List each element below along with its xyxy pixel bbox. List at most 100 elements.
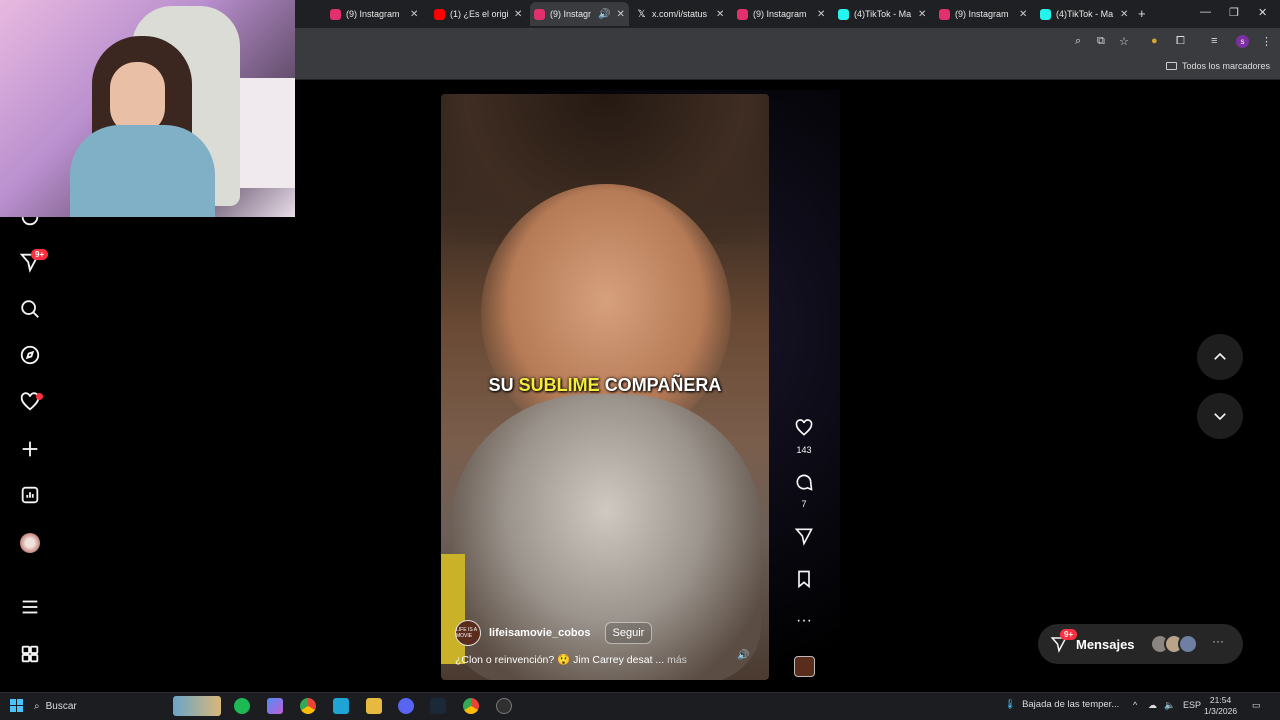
author-avatar[interactable]: LIFE IS A MOVIE (455, 620, 481, 646)
file-explorer-icon[interactable] (366, 698, 382, 714)
chevron-up-icon (1214, 352, 1226, 360)
tab-instagram-3[interactable]: (9) Instagram ✕ (939, 4, 1027, 24)
language-indicator[interactable]: ESP (1183, 700, 1201, 710)
close-tab-icon[interactable]: ✕ (616, 9, 624, 20)
previous-reel-button[interactable] (1197, 334, 1243, 380)
restore-icon[interactable]: ❐ (1229, 6, 1239, 19)
taskbar-search-label: Buscar (45, 700, 77, 712)
notifications-icon[interactable]: ▭ (1252, 700, 1261, 711)
security-app-icon[interactable] (333, 698, 349, 714)
steam-icon[interactable] (430, 698, 446, 714)
tab-title: (9) Instagram (955, 9, 1009, 19)
caption-highlight-word: SUBLIME (518, 375, 600, 395)
share-button[interactable] (792, 526, 816, 551)
avatar (1178, 634, 1198, 654)
all-bookmarks-label: Todos los marcadores (1181, 61, 1270, 71)
bookmark-star-icon[interactable]: ☆ (1119, 35, 1129, 48)
extension-color-icon[interactable]: ● (1151, 35, 1158, 47)
extensions-icon[interactable]: ⧠ (1176, 35, 1185, 48)
menu-icon[interactable] (18, 595, 42, 619)
video-caption-overlay: SU SUBLIME COMPAÑERA (441, 375, 769, 396)
messages-label: Mensajes (1076, 636, 1135, 652)
streamer-face (110, 62, 165, 134)
like-count: 143 (796, 445, 812, 455)
all-bookmarks-button[interactable]: Todos los marcadores (1165, 61, 1270, 71)
close-tab-icon[interactable]: ✕ (817, 9, 825, 20)
search-icon[interactable] (18, 297, 42, 321)
messages-button[interactable]: 9+ Mensajes ··· (1038, 624, 1243, 664)
speaker-icon[interactable]: 🔊 (598, 9, 610, 20)
close-tab-icon[interactable]: ✕ (918, 9, 926, 20)
spotify-icon[interactable] (234, 698, 250, 714)
chrome-icon[interactable] (300, 698, 316, 714)
tab-youtube[interactable]: (1) ¿Es el origi ✕ (434, 4, 522, 24)
taskbar-search[interactable]: ⌕ Buscar (34, 696, 77, 716)
network-icon[interactable]: ☁ (1148, 700, 1157, 711)
discord-icon[interactable] (398, 698, 414, 714)
stats-icon[interactable] (18, 483, 42, 507)
profile-avatar[interactable] (18, 531, 42, 555)
heart-icon (795, 419, 813, 436)
minimize-icon[interactable]: — (1200, 6, 1211, 18)
tray-chevron-icon[interactable]: ^ (1133, 700, 1137, 710)
clock-time: 21:54 (1209, 695, 1232, 705)
volume-icon[interactable]: 🔈 (1164, 700, 1175, 711)
create-icon[interactable] (18, 437, 42, 461)
streamer-shirt (70, 125, 215, 217)
copilot-icon[interactable] (267, 698, 283, 714)
tab-instagram-1[interactable]: (9) Instagram ✕ (330, 4, 418, 24)
media-control-icon[interactable]: ≡ (1211, 35, 1217, 47)
tab-instagram-active[interactable]: (9) Instagr 🔊 ✕ (530, 2, 629, 26)
audio-thumbnail[interactable] (794, 656, 815, 677)
save-button[interactable] (792, 569, 816, 594)
close-tab-icon[interactable]: ✕ (716, 9, 724, 20)
taskbar-clock[interactable]: 21:54 1/3/2026 (1204, 695, 1237, 717)
reel-video[interactable]: SU SUBLIME COMPAÑERA LIFE IS A MOVIE lif… (441, 94, 769, 680)
follow-button[interactable]: Seguir (604, 622, 653, 644)
instagram-icon (534, 8, 545, 20)
close-tab-icon[interactable]: ✕ (410, 9, 418, 20)
comment-icon (796, 474, 813, 491)
description-text: ¿Clon o reinvención? 😲 Jim Carrey desat … (455, 654, 665, 666)
tab-tiktok-2[interactable]: (4)TikTok - Ma ✕ (1040, 4, 1128, 24)
more-link[interactable]: más (667, 654, 687, 666)
tab-title: (1) ¿Es el origi (450, 9, 508, 19)
more-options-icon[interactable]: ··· (792, 612, 816, 630)
like-button[interactable]: 143 (792, 418, 816, 455)
author-username[interactable]: lifeisamovie_cobos (489, 627, 591, 639)
tab-title: (9) Instagram (753, 9, 807, 19)
tab-tiktok-1[interactable]: (4)TikTok - Ma ✕ (838, 4, 926, 24)
chrome-active-icon[interactable] (463, 698, 479, 714)
clock-date: 1/3/2026 (1204, 706, 1238, 716)
audio-icon[interactable]: 🔊 (737, 650, 749, 661)
close-tab-icon[interactable]: ✕ (1120, 9, 1128, 20)
youtube-icon (434, 8, 445, 20)
zoom-icon[interactable]: ⌕ (1075, 35, 1081, 48)
reel-author: LIFE IS A MOVIE lifeisamovie_cobos Segui… (455, 620, 653, 646)
obs-icon[interactable] (496, 698, 512, 714)
tab-instagram-2[interactable]: (9) Instagram ✕ (737, 4, 825, 24)
menu-dots-icon[interactable]: ⋮ (1261, 35, 1272, 48)
reel-description: ¿Clon o reinvención? 😲 Jim Carrey desat … (455, 653, 687, 666)
close-tab-icon[interactable]: ✕ (514, 9, 522, 20)
comment-button[interactable]: 7 (792, 472, 816, 509)
explore-icon[interactable] (18, 343, 42, 367)
profile-avatar[interactable]: s (1236, 35, 1249, 48)
install-app-icon[interactable]: ⧉ (1097, 35, 1105, 48)
tab-title: (4)TikTok - Ma (1056, 9, 1114, 19)
send-icon (794, 528, 813, 546)
more-apps-icon[interactable] (18, 642, 42, 666)
instagram-icon (939, 8, 950, 20)
next-reel-button[interactable] (1197, 393, 1243, 439)
close-window-icon[interactable]: ✕ (1258, 6, 1267, 19)
notification-badge: 9+ (31, 249, 49, 260)
new-tab-icon[interactable]: + (1138, 6, 1146, 21)
tab-x[interactable]: 𝕏 x.com/i/status ✕ (636, 4, 724, 24)
weather-widget[interactable]: 🌡 Bajada de las temper... (1004, 699, 1119, 710)
windows-start-icon[interactable] (10, 699, 23, 712)
weather-text: Bajada de las temper... (1022, 699, 1120, 710)
close-tab-icon[interactable]: ✕ (1019, 9, 1027, 20)
reel-background-yellow (441, 554, 465, 664)
folder-icon (1165, 62, 1177, 70)
notification-dot (36, 393, 43, 400)
